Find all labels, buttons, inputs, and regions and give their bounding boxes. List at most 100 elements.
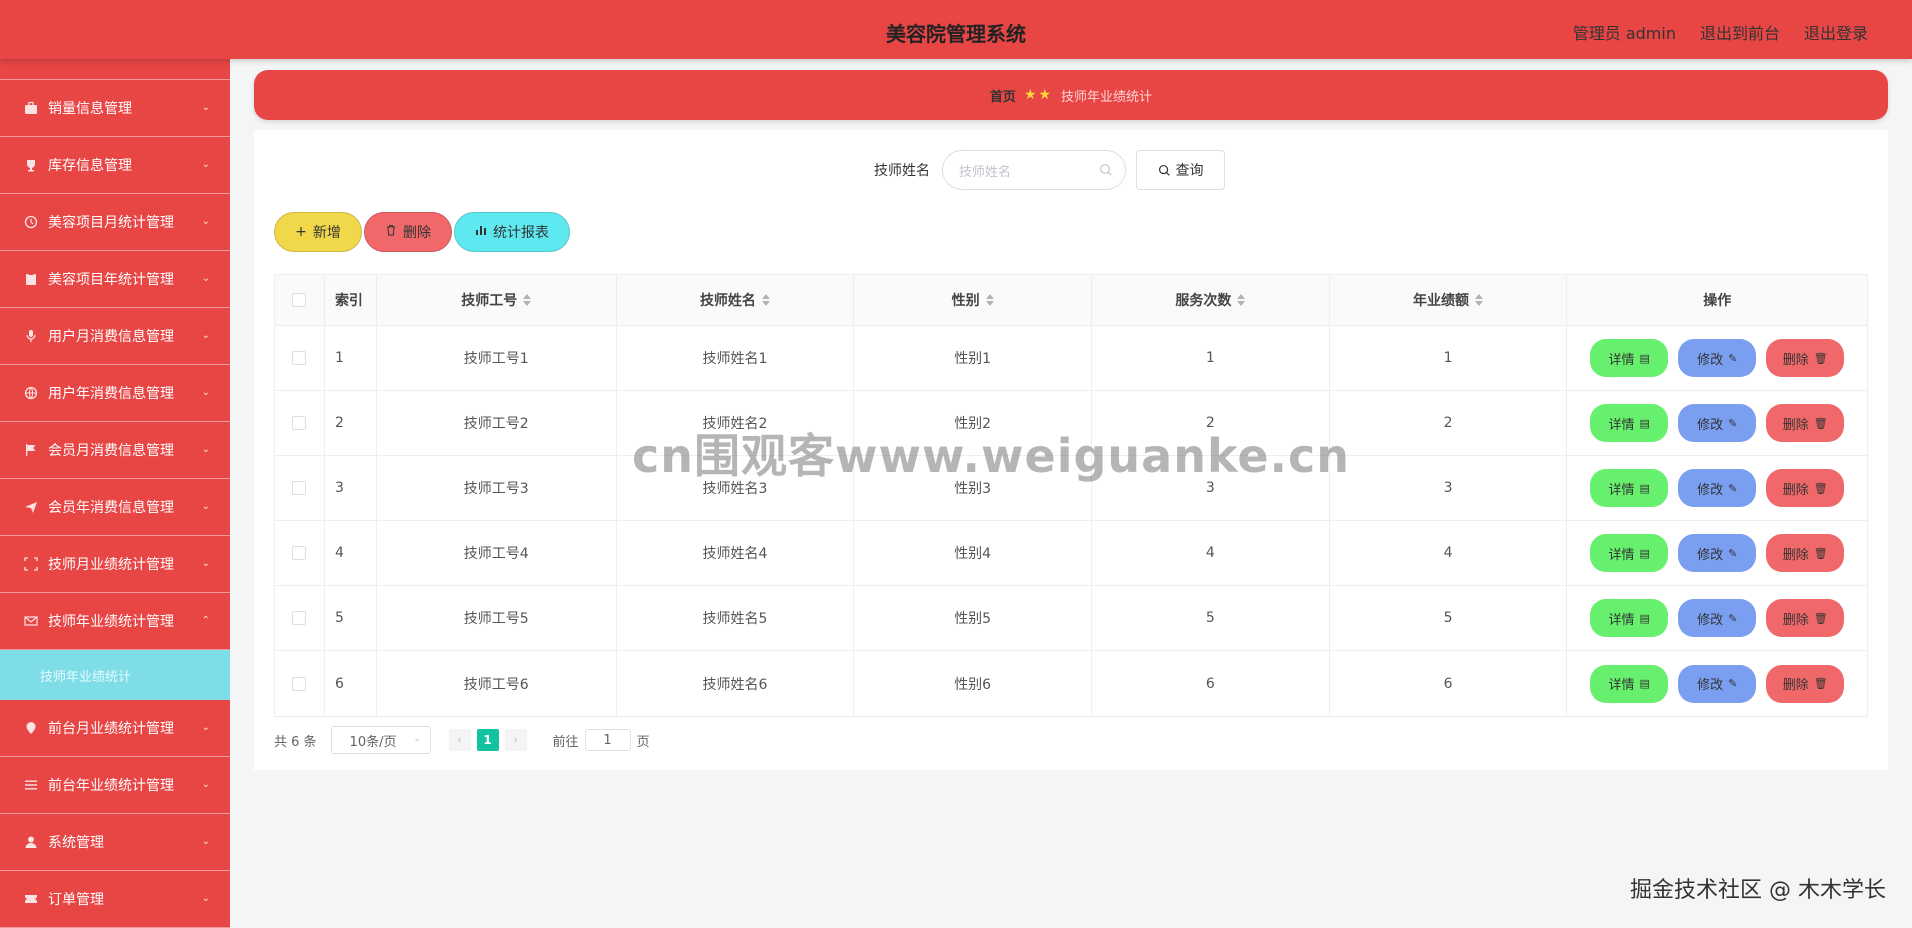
delete-button[interactable]: 删除 🗑 [1766, 534, 1845, 572]
front-link[interactable]: 退出到前台 [1700, 20, 1780, 44]
sidebar-item-label: 用户年消费信息管理 [48, 386, 174, 402]
cell-tech-no: 技师工号3 [377, 456, 617, 520]
delete-button[interactable]: 删除 🗑 [1766, 469, 1845, 507]
sidebar-item-user-monthly[interactable]: 用户月消费信息管理 ⌄ [0, 308, 230, 365]
sidebar-item-user-yearly[interactable]: 用户年消费信息管理 ⌄ [0, 365, 230, 422]
header-tech-no[interactable]: 技师工号 [377, 275, 617, 325]
chevron-down-icon: ⌄ [201, 722, 210, 733]
search-button[interactable]: 查询 [1136, 150, 1225, 190]
briefcase-icon [24, 101, 38, 115]
sidebar-item-system[interactable]: 系统管理 ⌄ [0, 814, 230, 871]
row-checkbox[interactable] [292, 351, 307, 365]
cell-gender: 性别1 [854, 326, 1092, 390]
row-checkbox[interactable] [292, 611, 307, 625]
edit-button[interactable]: 修改 ✎ [1678, 664, 1757, 703]
batch-delete-button[interactable]: 删除 [364, 212, 452, 252]
select-all-checkbox[interactable] [292, 293, 307, 307]
chevron-down-icon: ⌄ [201, 159, 210, 170]
report-button[interactable]: 统计报表 [454, 212, 570, 252]
document-icon: ▤ [1639, 481, 1650, 495]
sidebar-item-project-yearly[interactable]: 美容项目年统计管理 ⌄ [0, 251, 230, 308]
sidebar-item-tech-monthly[interactable]: 技师月业绩统计管理 ⌄ [0, 536, 230, 593]
chevron-down-icon: ⌄ [413, 733, 422, 744]
cell-annual-sales: 5 [1330, 586, 1568, 650]
detail-button[interactable]: 详情 ▤ [1590, 404, 1669, 442]
header-service-count[interactable]: 服务次数 [1092, 275, 1330, 325]
cell-index: 2 [325, 391, 377, 455]
header-annual-sales[interactable]: 年业绩额 [1330, 275, 1568, 325]
cell-ops: 详情 ▤ 修改 ✎ 删除 🗑 [1567, 586, 1867, 650]
delete-button[interactable]: 删除 🗑 [1766, 599, 1845, 637]
detail-button[interactable]: 详情 ▤ [1590, 534, 1669, 572]
row-checkbox[interactable] [292, 546, 307, 560]
search-bar: 技师姓名 技师姓名 查询 [874, 150, 1225, 190]
logout-link[interactable]: 退出登录 [1804, 20, 1868, 44]
row-checkbox[interactable] [292, 481, 307, 495]
sidebar-item-inventory[interactable]: 库存信息管理 ⌄ [0, 137, 230, 194]
table-row: 1 技师工号1 技师姓名1 性别1 1 1 详情 ▤ 修改 ✎ 删除 🗑 [275, 326, 1867, 391]
detail-button[interactable]: 详情 ▤ [1590, 339, 1669, 377]
sidebar-item-front-yearly[interactable]: 前台年业绩统计管理 ⌄ [0, 757, 230, 814]
edit-button[interactable]: 修改 ✎ [1678, 469, 1757, 507]
goto-page-input[interactable]: 1 [584, 729, 631, 751]
header-index-label: 索引 [334, 293, 363, 309]
edit-button[interactable]: 修改 ✎ [1678, 339, 1757, 377]
breadcrumb-home[interactable]: 首页 [990, 86, 1016, 105]
sort-icon[interactable] [1475, 294, 1484, 306]
edit-button[interactable]: 修改 ✎ [1678, 404, 1757, 442]
sidebar-item-sales[interactable]: 销量信息管理 ⌄ [0, 80, 230, 137]
sidebar-item-orders[interactable]: 订单管理 ⌄ [0, 871, 230, 928]
header-tech-name[interactable]: 技师姓名 [617, 275, 855, 325]
header-ops-label: 操作 [1703, 293, 1732, 309]
next-page-button[interactable]: › [504, 729, 527, 751]
cell-index: 1 [325, 326, 377, 390]
submenu-item-label: 技师年业绩统计 [40, 669, 132, 685]
chevron-down-icon: ⌄ [201, 836, 210, 847]
sidebar-item-project-monthly[interactable]: 美容项目月统计管理 ⌄ [0, 194, 230, 251]
detail-button[interactable]: 详情 ▤ [1590, 664, 1669, 703]
page-number-active[interactable]: 1 [476, 729, 499, 751]
admin-label: 管理员 admin [1572, 24, 1676, 43]
document-icon: ▤ [1639, 351, 1650, 365]
row-checkbox[interactable] [292, 416, 307, 430]
edit-button[interactable]: 修改 ✎ [1678, 599, 1757, 637]
header-gender[interactable]: 性别 [854, 275, 1092, 325]
cell-annual-sales: 3 [1330, 456, 1568, 520]
cell-service-count: 5 [1092, 586, 1330, 650]
sidebar-item-label: 前台月业绩统计管理 [48, 721, 174, 737]
sort-icon[interactable] [985, 294, 994, 306]
breadcrumb: 首页 ★★ 技师年业绩统计 [254, 70, 1888, 120]
detail-label: 详情 [1608, 352, 1635, 368]
sort-icon[interactable] [523, 294, 532, 306]
mail-icon [24, 614, 38, 628]
goto-suffix: 页 [636, 734, 650, 750]
cell-annual-sales: 6 [1330, 651, 1568, 716]
page-size-select[interactable]: 10条/页 ⌄ [330, 726, 431, 754]
sidebar-item-front-monthly[interactable]: 前台月业绩统计管理 ⌄ [0, 700, 230, 757]
sort-icon[interactable] [1237, 294, 1246, 306]
cell-tech-no: 技师工号6 [377, 651, 617, 716]
sidebar-item-member-monthly[interactable]: 会员月消费信息管理 ⌄ [0, 422, 230, 479]
submenu-item-tech-yearly-stats[interactable]: 技师年业绩统计 [0, 650, 230, 700]
row-select-cell [275, 521, 325, 585]
cell-gender: 性别5 [854, 586, 1092, 650]
add-button-label: 新增 [312, 225, 341, 241]
row-checkbox[interactable] [292, 676, 307, 691]
list-icon [24, 778, 38, 792]
add-button[interactable]: + 新增 [274, 212, 362, 252]
sidebar-item-tech-yearly[interactable]: 技师年业绩统计管理 ⌃ [0, 593, 230, 650]
cell-service-count: 4 [1092, 521, 1330, 585]
sidebar-item-member-yearly[interactable]: 会员年消费信息管理 ⌄ [0, 479, 230, 536]
trash-icon: 🗑 [1813, 611, 1828, 625]
delete-button[interactable]: 删除 🗑 [1766, 664, 1845, 703]
prev-page-button[interactable]: ‹ [448, 729, 471, 751]
sidebar-item-label: 销量信息管理 [48, 101, 132, 117]
sort-icon[interactable] [761, 294, 770, 306]
delete-button[interactable]: 删除 🗑 [1766, 404, 1845, 442]
detail-button[interactable]: 详情 ▤ [1590, 469, 1669, 507]
delete-button[interactable]: 删除 🗑 [1766, 339, 1845, 377]
search-input[interactable]: 技师姓名 [942, 150, 1126, 190]
edit-button[interactable]: 修改 ✎ [1678, 534, 1757, 572]
trash-icon: 🗑 [1813, 546, 1828, 560]
detail-button[interactable]: 详情 ▤ [1590, 599, 1669, 637]
